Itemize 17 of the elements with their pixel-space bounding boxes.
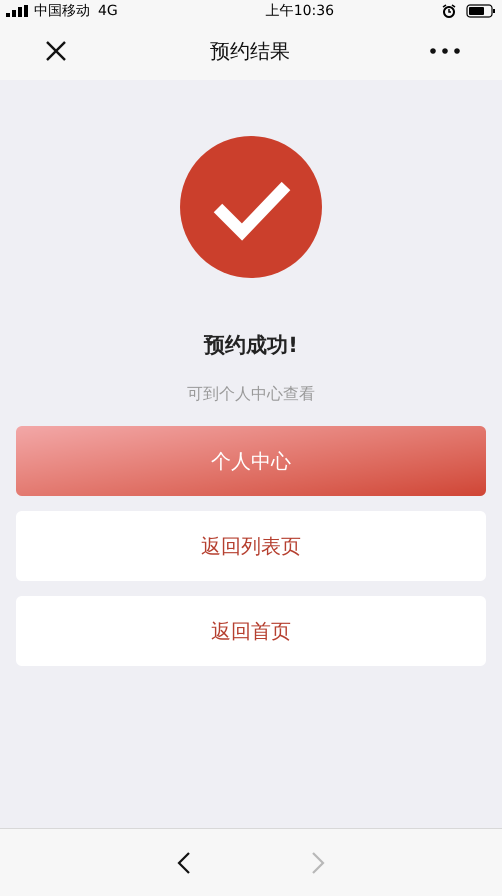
return-button[interactable]: 返回首页 [16,596,486,666]
more-icon [430,48,460,54]
close-icon [45,40,67,62]
chevron-left-icon [175,850,193,874]
page-title: 预约结果 [210,38,290,65]
alarm-icon [442,4,456,18]
chevron-right-icon [309,850,327,874]
success-hint: 可到个人中心查看 [187,382,315,404]
return-button[interactable]: 返回列表页 [16,510,486,580]
signal-icon [6,5,28,17]
success-title: 预约成功! [204,332,298,359]
network-type: 4G [98,2,118,20]
success-check-icon [180,136,322,278]
clock-time: 上午10:36 [266,2,334,20]
personal-center-button[interactable]: 个人中心 [16,426,486,496]
battery-icon [466,4,496,18]
carrier-name: 中国移动 [34,2,90,20]
